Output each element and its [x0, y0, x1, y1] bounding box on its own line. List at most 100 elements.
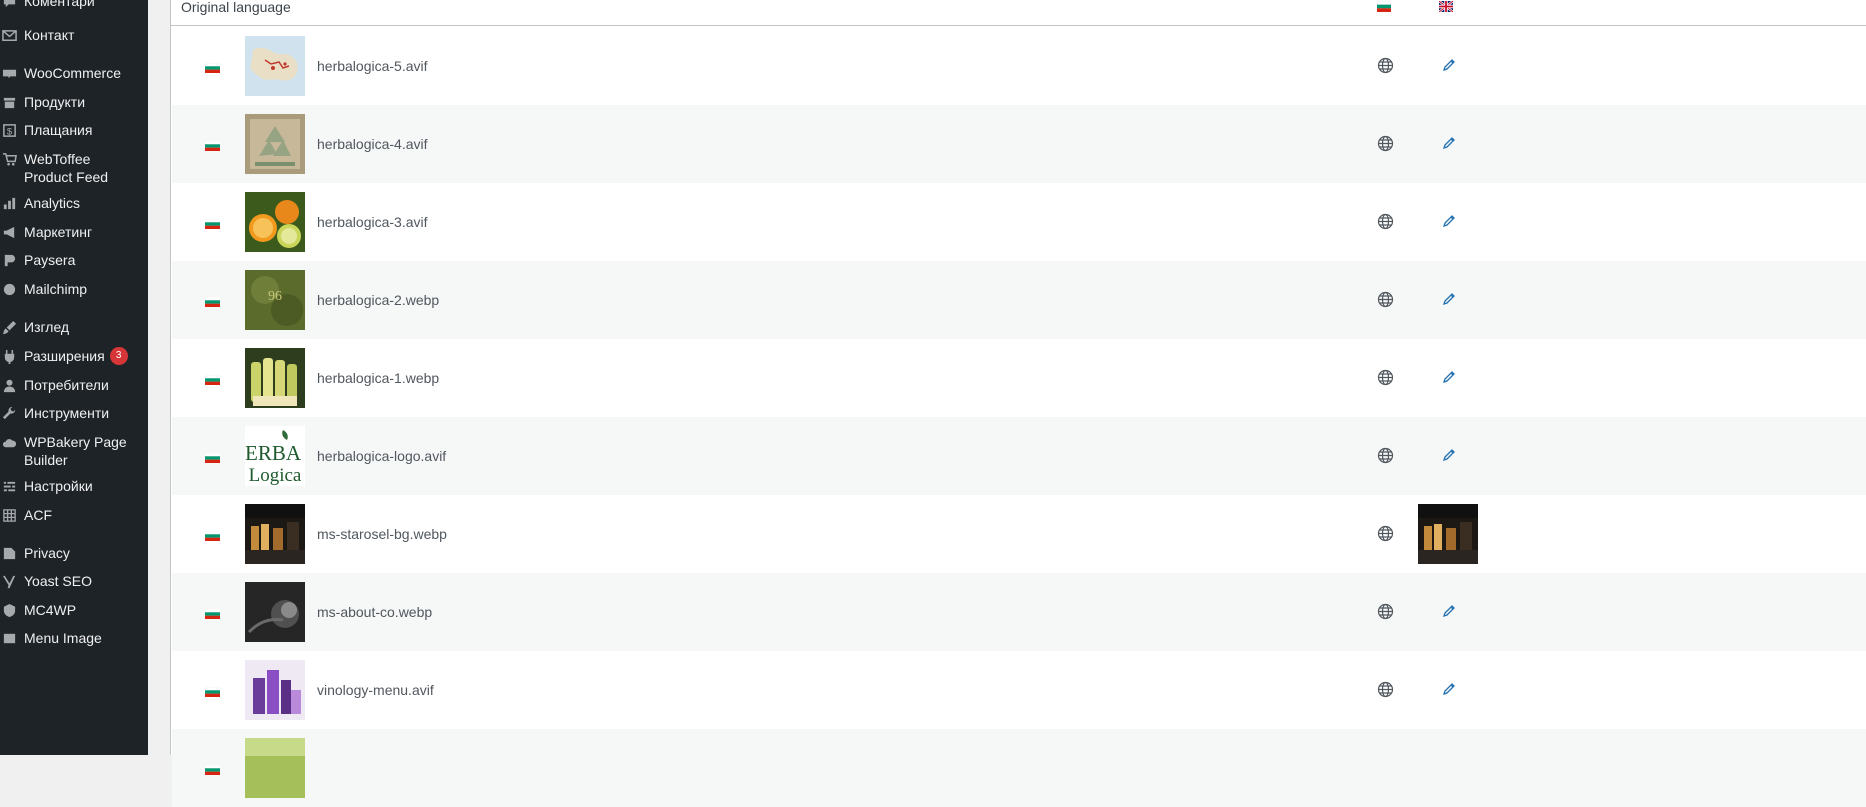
mc4wp-icon: [0, 601, 24, 619]
update-count-badge: 3: [109, 347, 128, 365]
english-flag-icon: [1439, 1, 1453, 12]
sidebar-item-12[interactable]: Потребители: [0, 376, 148, 394]
sidebar-item-19[interactable]: MC4WP: [0, 601, 148, 619]
media-filename: ms-starosel-bg.webp: [317, 526, 447, 542]
sidebar-item-label: Analytics: [24, 195, 81, 211]
table-row: ms-about-co.webp: [172, 573, 1866, 651]
sidebar-item-label: Paysera: [24, 252, 76, 268]
sidebar-item-9[interactable]: Mailchimp: [0, 280, 148, 298]
svg-text:96: 96: [268, 289, 282, 304]
edit-translation-icon[interactable]: [1441, 369, 1457, 385]
wrench-icon: [0, 404, 24, 422]
sidebar-item-15[interactable]: Настройки: [0, 477, 148, 495]
sidebar-item-label: WebToffee Product Feed: [24, 151, 109, 185]
media-thumbnail[interactable]: 96: [245, 270, 305, 330]
sidebar-item-10[interactable]: Изглед: [0, 318, 148, 336]
cart-icon: [0, 150, 24, 168]
media-filename: ms-about-co.webp: [317, 604, 433, 620]
globe-icon[interactable]: [1377, 57, 1394, 74]
globe-icon[interactable]: [1377, 291, 1394, 308]
yoast-icon: [0, 572, 24, 590]
sidebar-item-8[interactable]: Paysera: [0, 251, 148, 269]
bar-chart-icon: [0, 194, 24, 212]
bulgarian-flag-icon: [204, 684, 221, 697]
sidebar-item-20[interactable]: Menu Image: [0, 629, 148, 647]
edit-translation-icon[interactable]: [1441, 291, 1457, 307]
edit-translation-icon[interactable]: [1441, 135, 1457, 151]
mail-icon: [0, 26, 24, 44]
media-filename: vinology-menu.avif: [317, 682, 434, 698]
media-thumbnail[interactable]: [245, 738, 305, 798]
media-thumbnail[interactable]: ERBA Logica: [245, 426, 305, 486]
sidebar-item-7[interactable]: Маркетинг: [0, 223, 148, 241]
translated-media-thumbnail[interactable]: [1418, 504, 1478, 564]
svg-text:$: $: [7, 126, 13, 136]
sidebar-item-14[interactable]: WPBakery Page Builder: [0, 433, 148, 469]
sidebar-item-16[interactable]: ACF: [0, 506, 148, 524]
media-thumbnail[interactable]: [245, 582, 305, 642]
svg-text:Logica: Logica: [249, 465, 302, 486]
sidebar-item-label: Изглед: [24, 319, 70, 335]
media-filename: herbalogica-2.webp: [317, 292, 440, 308]
globe-icon[interactable]: [1377, 525, 1394, 542]
woocommerce-icon: [0, 64, 24, 82]
media-thumbnail[interactable]: [245, 504, 305, 564]
sidebar-item-label: Потребители: [24, 377, 109, 393]
sidebar-item-2[interactable]: WooCommerce: [0, 64, 148, 82]
bulgarian-flag-icon: [1377, 1, 1391, 12]
table-row: ERBA Logica herbalogica-logo.avif: [172, 417, 1866, 495]
globe-icon[interactable]: [1377, 135, 1394, 152]
globe-icon[interactable]: [1377, 213, 1394, 230]
sidebar-item-4[interactable]: $ Плащания: [0, 121, 148, 139]
grid-icon: [0, 506, 24, 524]
sidebar-item-1[interactable]: Контакт: [0, 26, 148, 44]
table-row: vinology-menu.avif: [172, 651, 1866, 729]
sidebar-item-5[interactable]: WebToffee Product Feed: [0, 150, 148, 186]
globe-icon[interactable]: [1377, 447, 1394, 464]
edit-translation-icon[interactable]: [1441, 603, 1457, 619]
table-row: [172, 729, 1866, 807]
media-thumbnail[interactable]: [245, 114, 305, 174]
privacy-icon: [0, 544, 24, 562]
sidebar-item-11[interactable]: Разширения 3: [0, 347, 148, 365]
sidebar-item-label: WooCommerce: [24, 65, 121, 81]
sidebar-item-label: Privacy: [24, 545, 70, 561]
edit-translation-icon[interactable]: [1441, 681, 1457, 697]
sidebar-item-label: Инструменти: [24, 405, 110, 421]
megaphone-icon: [0, 223, 24, 241]
table-row: herbalogica-5.avif: [172, 27, 1866, 105]
globe-icon[interactable]: [1377, 369, 1394, 386]
sidebar-item-label-wrap: Разширения 3: [24, 347, 142, 365]
sidebar-item-label: MC4WP: [24, 602, 77, 618]
bulgarian-flag-icon: [204, 138, 221, 151]
media-thumbnail[interactable]: [245, 348, 305, 408]
media-filename: herbalogica-logo.avif: [317, 448, 447, 464]
globe-icon[interactable]: [1377, 681, 1394, 698]
sidebar-item-17[interactable]: Privacy: [0, 544, 148, 562]
bulgarian-flag-icon: [204, 216, 221, 229]
sidebar-item-label: Настройки: [24, 478, 93, 494]
media-thumbnail[interactable]: [245, 192, 305, 252]
original-language-header: Original language: [181, 0, 291, 15]
sidebar-item-label: Mailchimp: [24, 281, 88, 297]
sidebar-item-0[interactable]: Коментари: [0, 0, 148, 10]
sidebar-item-13[interactable]: Инструменти: [0, 404, 148, 422]
globe-icon[interactable]: [1377, 603, 1394, 620]
sidebar-item-label: Menu Image: [24, 630, 102, 646]
sidebar-item-label: WPBakery Page Builder: [24, 434, 127, 468]
media-filename: herbalogica-4.avif: [317, 136, 428, 152]
table-header: Original language: [171, 0, 1866, 26]
media-thumbnail[interactable]: [245, 660, 305, 720]
edit-translation-icon[interactable]: [1441, 213, 1457, 229]
media-thumbnail[interactable]: [245, 36, 305, 96]
edit-translation-icon[interactable]: [1441, 57, 1457, 73]
bulgarian-flag-icon: [204, 762, 221, 775]
media-filename: herbalogica-5.avif: [317, 58, 428, 74]
sidebar-item-18[interactable]: Yoast SEO: [0, 572, 148, 590]
sidebar-item-3[interactable]: Продукти: [0, 93, 148, 111]
sidebar-item-6[interactable]: Analytics: [0, 194, 148, 212]
sidebar-item-label: Продукти: [24, 94, 86, 110]
edit-translation-icon[interactable]: [1441, 447, 1457, 463]
sidebar-item-label: Плащания: [24, 122, 93, 138]
sidebar-item-label: ACF: [24, 507, 52, 523]
